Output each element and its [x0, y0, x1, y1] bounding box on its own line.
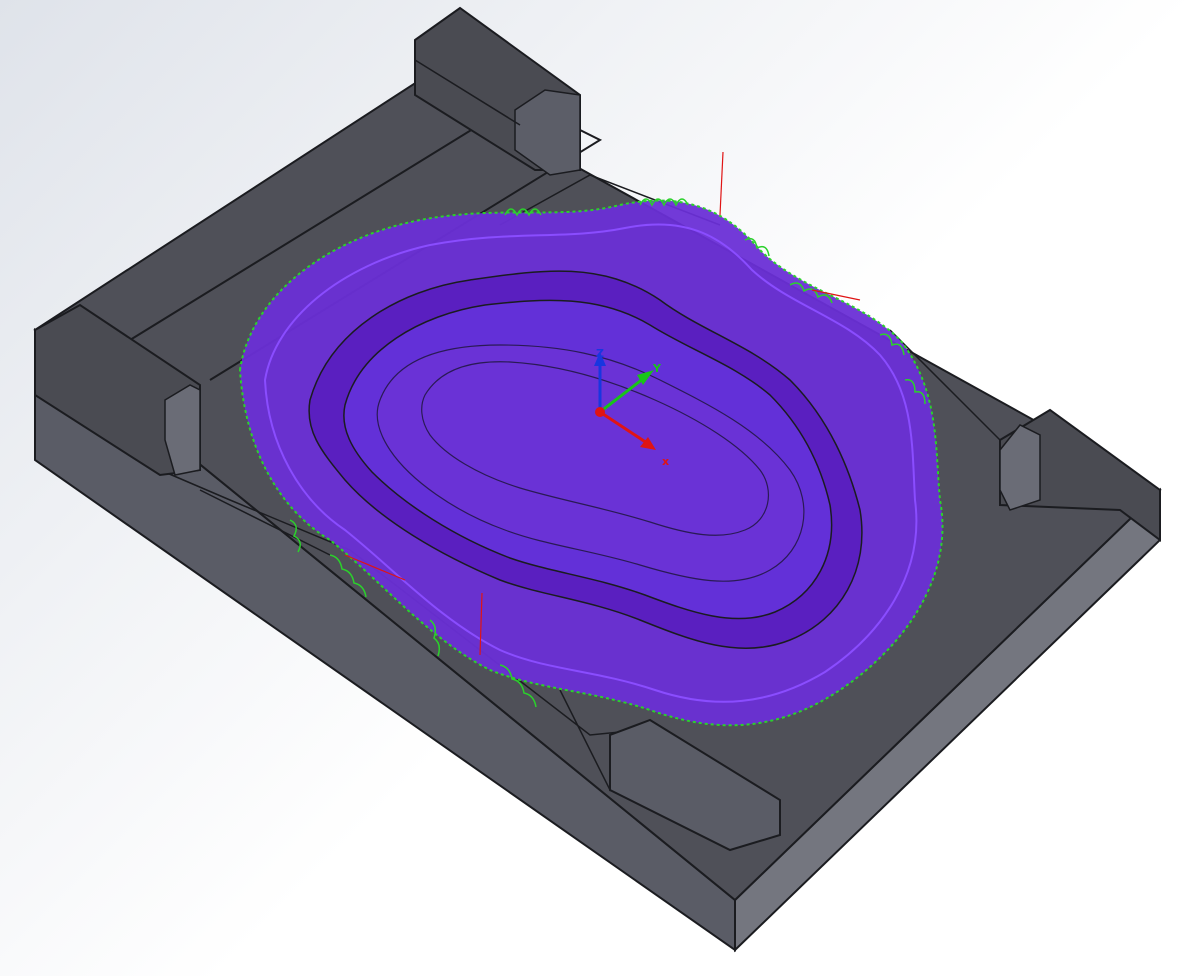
axis-z-label: Z: [596, 347, 604, 360]
graphics-viewport[interactable]: x Y Z: [0, 0, 1200, 976]
origin-point-icon: [595, 407, 605, 417]
axis-x-label: x: [662, 455, 669, 468]
cad-3d-model-view[interactable]: x Y Z: [0, 0, 1200, 976]
axis-y-label: Y: [652, 362, 662, 375]
